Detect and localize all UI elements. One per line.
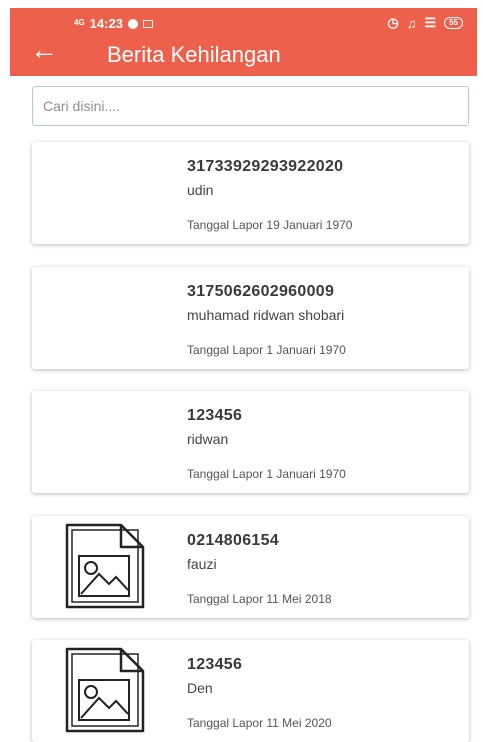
item-id: 123456 <box>187 656 243 673</box>
list-item[interactable]: 123456 ridwan Tanggal Lapor 1 Januari 19… <box>32 391 469 493</box>
item-name: udin <box>187 182 214 198</box>
list-item[interactable]: 31733929293922020 udin Tanggal Lapor 19 … <box>32 142 469 244</box>
wifi-icon: ☰ <box>424 15 437 30</box>
search-input[interactable] <box>32 86 469 126</box>
image-file-icon <box>65 523 145 609</box>
mute-icon: ♫ <box>406 15 417 31</box>
item-date: Tanggal Lapor 19 Januari 1970 <box>187 218 353 232</box>
app-bar: 4G 14:23 ◷ ♫ ☰ 55 ← Berita Kehilangan <box>10 8 477 76</box>
mail-icon <box>142 19 153 28</box>
list-item[interactable]: 0214806154 fauzi Tanggal Lapor 11 Mei 20… <box>32 516 469 618</box>
item-id: 31733929293922020 <box>187 158 344 175</box>
item-id: 0214806154 <box>187 532 279 549</box>
status-bar: 4G 14:23 ◷ ♫ ☰ 55 <box>10 8 477 34</box>
item-name: muhamad ridwan shobari <box>187 307 345 323</box>
notification-icon <box>127 18 138 29</box>
image-file-icon <box>65 647 145 733</box>
item-date: Tanggal Lapor 11 Mei 2020 <box>187 716 332 730</box>
item-date: Tanggal Lapor 1 Januari 1970 <box>187 467 346 481</box>
item-id: 123456 <box>187 407 243 424</box>
item-name: ridwan <box>187 431 229 447</box>
item-date: Tanggal Lapor 11 Mei 2018 <box>187 592 332 606</box>
battery-indicator: 55 <box>444 17 463 29</box>
item-date: Tanggal Lapor 1 Januari 1970 <box>187 343 346 357</box>
back-arrow-icon[interactable]: ← <box>30 36 60 66</box>
item-name: Den <box>187 680 213 696</box>
list-item[interactable]: 123456 Den Tanggal Lapor 11 Mei 2020 <box>32 640 469 742</box>
status-time: 14:23 <box>89 16 123 31</box>
alarm-icon: ◷ <box>387 15 399 30</box>
network-indicator: 4G <box>74 17 85 27</box>
list-item[interactable]: 3175062602960009 muhamad ridwan shobari … <box>32 267 469 369</box>
page-title: Berita Kehilangan <box>107 42 281 67</box>
item-name: fauzi <box>187 556 217 572</box>
item-id: 3175062602960009 <box>187 283 335 300</box>
